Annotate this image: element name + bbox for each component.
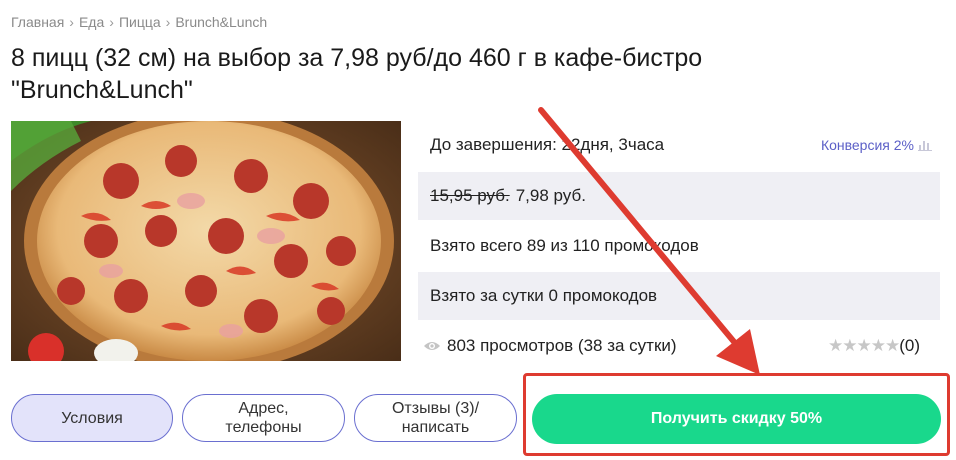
conditions-button[interactable]: Условия [11, 394, 173, 442]
address-label-line2: телефоны [225, 419, 302, 436]
reviews-label-line1: Отзывы (3)/ [391, 400, 480, 417]
conversion-text: Конверсия 2% [820, 137, 914, 153]
rating[interactable]: ★★★★★ (0) [828, 336, 920, 356]
taken-day-row: Взято за сутки 0 промокодов [418, 272, 940, 320]
conditions-label: Условия [61, 409, 123, 427]
breadcrumb: Главная › Еда › Пицца › Brunch&Lunch [11, 14, 267, 30]
pizza-photo-icon [11, 121, 401, 361]
taken-total-row: Взято всего 89 из 110 промокодов [418, 222, 940, 270]
pizza-image [11, 121, 401, 361]
reviews-label-line2: написать [401, 419, 470, 436]
taken-day-text: Взято за сутки 0 промокодов [430, 286, 658, 305]
conversion-link[interactable]: Конверсия 2% [821, 137, 932, 153]
get-discount-label: Получить скидку 50% [650, 410, 823, 427]
views-text: 803 просмотров (38 за сутки) [447, 336, 677, 355]
new-price: 7,98 руб. [515, 186, 586, 205]
page-title: 8 пицц (32 см) на выбор за 7,98 руб/до 4… [11, 44, 703, 104]
get-discount-button[interactable]: Получить скидку 50% [532, 394, 941, 444]
views-counter: 803 просмотров (38 за сутки) [423, 336, 677, 356]
old-price: 15,95 руб. [430, 186, 510, 205]
bar-chart-icon [918, 141, 932, 151]
deal-end-text: До завершения: 22дня, 3часа [430, 135, 665, 154]
price-row: 15,95 руб. 7,98 руб. [418, 172, 940, 220]
breadcrumb-food[interactable]: Еда [79, 14, 104, 30]
address-label-line1: Адрес, [238, 400, 289, 417]
taken-total-text: Взято всего 89 из 110 промокодов [430, 236, 699, 255]
breadcrumb-pizza[interactable]: Пицца [119, 14, 161, 30]
deal-end-row: До завершения: 22дня, 3часа Конверсия 2% [418, 121, 940, 169]
breadcrumb-home[interactable]: Главная [11, 14, 64, 30]
star-rating-icon: ★★★★★ [828, 336, 900, 355]
address-button[interactable]: Адрес, телефоны [182, 394, 345, 442]
breadcrumb-current[interactable]: Brunch&Lunch [175, 14, 267, 30]
chevron-right-icon: › [109, 14, 114, 30]
chevron-right-icon: › [165, 14, 171, 30]
reviews-button[interactable]: Отзывы (3)/ написать [354, 394, 517, 442]
chevron-right-icon: › [69, 14, 74, 30]
rating-count: (0) [899, 336, 920, 355]
eye-icon [424, 342, 440, 350]
